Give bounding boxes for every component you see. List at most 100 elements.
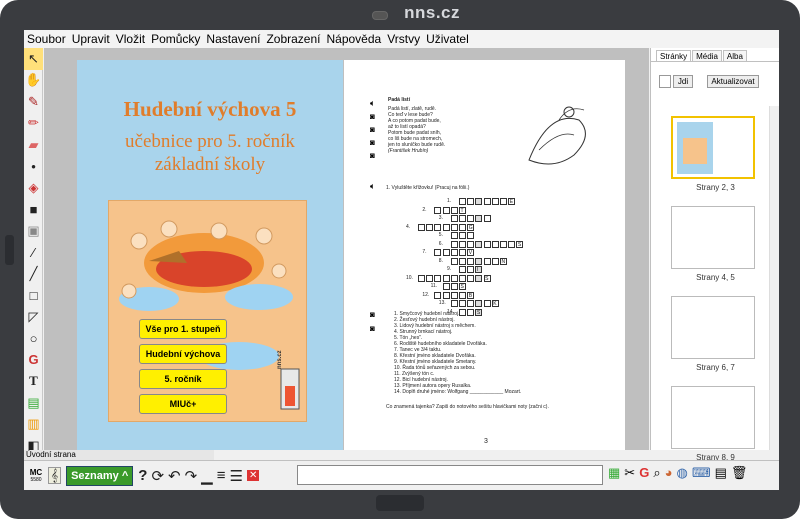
crossword-cell[interactable] [459,223,466,231]
command-input[interactable] [297,465,603,485]
crossword-cell[interactable] [459,266,466,273]
crossword-cell[interactable] [459,257,466,265]
crossword-cell[interactable] [475,257,483,265]
trash-icon[interactable]: 🗑︎ [731,465,748,481]
crossword-cell[interactable] [491,198,499,205]
crossword-cell[interactable] [491,257,499,265]
crossword-cell[interactable] [450,257,458,265]
crossword-cell[interactable] [450,300,458,307]
cover-button-hudebni[interactable]: Hudební výchova [139,344,227,364]
marker-icon[interactable]: ✏ [24,113,43,135]
crossword-cell[interactable] [450,274,458,282]
crossword-cell[interactable] [467,232,475,239]
eraser-icon[interactable]: ▰ [24,134,43,156]
tab-media[interactable]: Média [692,50,722,61]
thumb-pages-4-5[interactable] [671,206,755,269]
shape-g-icon[interactable]: G [24,349,43,371]
crossword-cell[interactable] [442,249,450,256]
pen-icon[interactable]: ✎ [24,91,43,113]
crossword-cell[interactable] [467,257,475,265]
crossword-cell[interactable] [450,240,458,248]
home-button[interactable] [376,495,424,511]
crossword-cell[interactable] [459,249,466,256]
crossword-cell[interactable] [500,198,507,205]
crossword-cell[interactable] [475,300,483,307]
menu-pomucky[interactable]: Pomůcky [148,32,203,46]
pipette-icon[interactable]: ⁄ [24,242,43,264]
crossword-cell[interactable] [442,283,450,290]
menu-upravit[interactable]: Upravit [69,32,113,46]
thumb-pages-6-7[interactable] [671,296,755,359]
crossword-cell[interactable] [508,240,516,248]
crossword-cell[interactable] [483,300,491,307]
crossword-cell[interactable] [459,215,466,222]
go-button[interactable]: Jdi [673,75,693,88]
crossword-cell[interactable] [467,215,475,222]
menu-vlozit[interactable]: Vložit [113,32,148,46]
crossword-cell[interactable] [459,291,466,299]
speaker-icon[interactable]: 🔈︎ [370,98,375,109]
crossword-cell[interactable] [467,300,475,307]
ellipse-icon[interactable]: ○ [24,328,43,350]
crossword-cell[interactable] [500,240,507,248]
crossword-cell[interactable] [483,198,491,205]
square-outline-icon[interactable]: ▣ [24,220,43,242]
camera-icon-6[interactable]: ◙ [370,324,375,333]
fill-icon[interactable]: ◈ [24,177,43,199]
calculator-icon[interactable]: ▦ [608,465,620,481]
crossword-cell[interactable] [450,249,458,256]
crossword-cell[interactable] [467,198,475,205]
menu-soubor[interactable]: Soubor [24,32,69,46]
palette-icon[interactable]: ◕ [665,465,673,481]
menu-napoveda[interactable]: Nápověda [323,32,384,46]
crossword-cell[interactable] [467,266,475,273]
tab-stranky[interactable]: Stránky [656,50,692,61]
line-icon[interactable]: ╱ [24,263,43,285]
crossword-cell[interactable] [459,198,466,205]
tab-alba[interactable]: Alba [722,50,747,61]
menu-uzivatel[interactable]: Uživatel [423,32,472,46]
crossword-cell[interactable] [483,215,491,222]
camera-icon-3[interactable]: ◙ [370,138,375,147]
cover-button-rocnik[interactable]: 5. ročník [139,369,227,389]
crossword-cell[interactable] [442,206,450,214]
crossword-cell[interactable] [467,274,475,282]
crossword-cell[interactable] [450,206,458,214]
minimize-icon[interactable]: ▁ [201,467,213,485]
hand-icon[interactable]: ✋ [24,70,43,92]
crossword-cell[interactable] [434,206,442,214]
globe-icon[interactable]: ◍ [676,465,687,481]
menu-zobrazeni[interactable]: Zobrazení [263,32,323,46]
crossword-cell[interactable] [450,232,458,239]
tools-icon[interactable]: ✂ [624,465,635,481]
music-score-icon[interactable]: 𝄞 [48,467,62,484]
crossword-cell[interactable] [459,300,466,307]
crossword-cell[interactable] [459,240,466,248]
lines-icon[interactable]: ☰ [229,467,242,485]
thumb-pages-2-3[interactable] [671,116,755,179]
speaker-icon-2[interactable]: 🔈︎ [370,181,375,192]
crossword-cell[interactable] [418,274,425,282]
crossword-cell[interactable] [475,240,483,248]
workspace[interactable]: Hudební výchova 5 učebnice pro 5. ročník… [44,48,649,450]
camera-icon-2[interactable]: ◙ [370,125,375,134]
page-number-input[interactable] [659,75,671,88]
dot-icon[interactable]: • [24,156,43,178]
refresh-button[interactable]: Aktualizovat [707,75,759,88]
crossword-cell[interactable] [434,274,442,282]
arrow-icon[interactable]: ↖ [24,48,43,70]
camera-icon-5[interactable]: ◙ [370,310,375,319]
refresh-icon[interactable]: ⟳ [151,467,164,485]
crossword-cell[interactable] [475,215,483,222]
screen-icon[interactable]: ▥ [24,414,43,436]
crossword-cell[interactable] [450,223,458,231]
cover-button-miuc[interactable]: MIUč+ [139,394,227,414]
crossword-cell[interactable] [442,223,450,231]
search-icon[interactable]: ⌕ [653,465,660,481]
crossword-cell[interactable] [434,249,442,256]
image-icon[interactable]: ▤ [24,392,43,414]
redo-icon[interactable]: ↷ [185,467,198,485]
polygon-icon[interactable]: ◸ [24,306,43,328]
crossword-cell[interactable] [483,257,491,265]
crossword-cell[interactable] [483,240,491,248]
